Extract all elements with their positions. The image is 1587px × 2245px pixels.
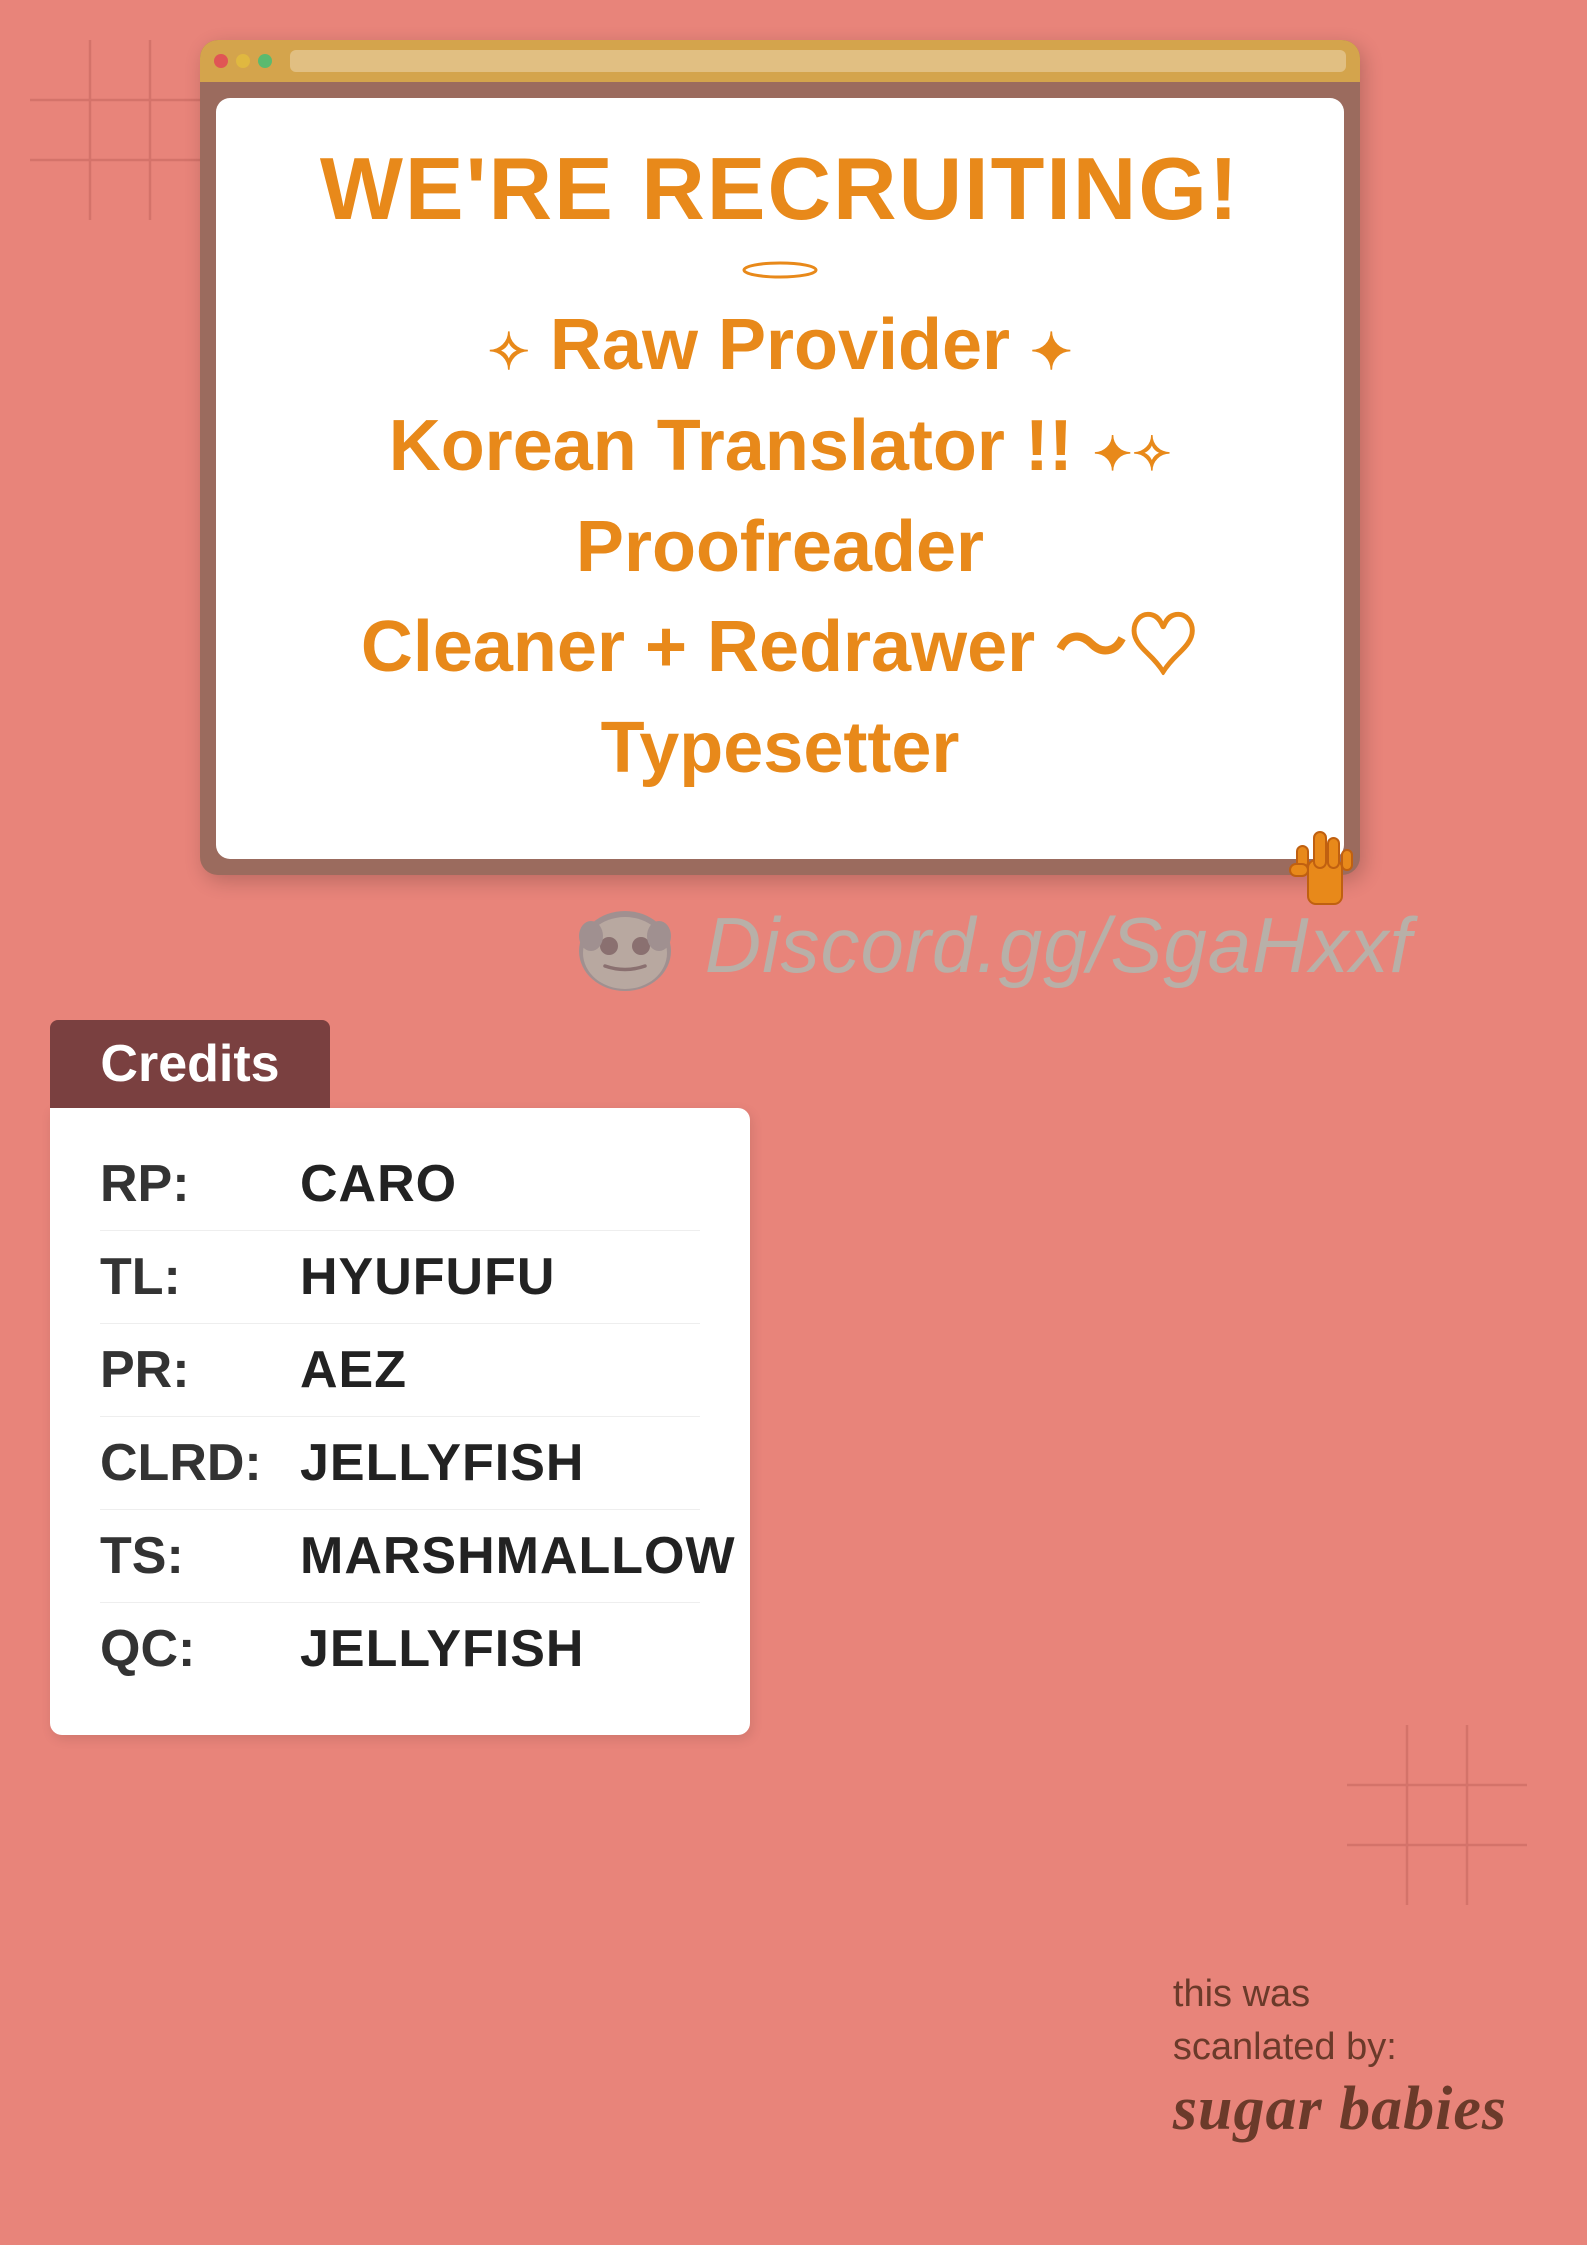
discord-link[interactable]: Discord.gg/SgaHxxf: [705, 900, 1412, 991]
credits-label: TL:: [100, 1247, 300, 1307]
credits-label: TS:: [100, 1526, 300, 1586]
recruiting-item-ts: Typesetter: [266, 698, 1294, 799]
recruiting-items: ✧ Raw Provider ✦ Korean Translator !! ✦✧…: [266, 295, 1294, 799]
credits-label: QC:: [100, 1619, 300, 1679]
credits-row: TS:MARSHMALLOW: [100, 1510, 700, 1603]
credits-header: Credits: [50, 1020, 330, 1108]
grid-decoration-topleft: [30, 40, 210, 220]
credits-label: CLRD:: [100, 1433, 300, 1493]
dot-green: [258, 54, 272, 68]
browser-window: WE'RE RECRUITING! ✧ Raw Provider ✦ Korea…: [200, 40, 1360, 875]
discord-section: Discord.gg/SgaHxxf: [400, 900, 1587, 991]
credits-value: JELLYFISH: [300, 1619, 585, 1679]
scanlated-section: this was scanlated by: sugar babies: [1173, 1968, 1507, 2145]
credits-value: HYUFUFU: [300, 1247, 555, 1307]
browser-content: WE'RE RECRUITING! ✧ Raw Provider ✦ Korea…: [216, 98, 1344, 859]
credits-row: PR:AEZ: [100, 1324, 700, 1417]
dot-yellow: [236, 54, 250, 68]
grid-decoration-bottomright: [1347, 1725, 1527, 1905]
credits-label: PR:: [100, 1340, 300, 1400]
scanlated-brand: sugar babies: [1173, 2074, 1507, 2145]
recruiting-item-tl: Korean Translator !! ✦✧: [266, 396, 1294, 497]
recruiting-item-pr: Proofreader: [266, 497, 1294, 598]
credits-value: JELLYFISH: [300, 1433, 585, 1493]
discord-logo: [575, 901, 675, 991]
credits-row: TL:HYUFUFU: [100, 1231, 700, 1324]
dot-red: [214, 54, 228, 68]
credits-row: RP:CARO: [100, 1138, 700, 1231]
credits-row: CLRD:JELLYFISH: [100, 1417, 700, 1510]
recruiting-item-rp: ✧ Raw Provider ✦: [266, 295, 1294, 396]
scanlated-line1: this was scanlated by:: [1173, 1968, 1507, 2074]
recruiting-title: WE'RE RECRUITING!: [266, 138, 1294, 240]
credits-value: AEZ: [300, 1340, 407, 1400]
recruiting-item-clrd: Cleaner + Redrawer ～♡: [266, 597, 1294, 698]
browser-addressbar: [290, 50, 1346, 72]
oval-decoration: [740, 260, 820, 280]
credits-label: RP:: [100, 1154, 300, 1214]
credits-value: CARO: [300, 1154, 457, 1214]
credits-value: MARSHMALLOW: [300, 1526, 736, 1586]
credits-row: QC:JELLYFISH: [100, 1603, 700, 1695]
credits-card: RP:CAROTL:HYUFUFUPR:AEZCLRD:JELLYFISHTS:…: [50, 1108, 750, 1735]
browser-titlebar: [200, 40, 1360, 82]
credits-section: Credits RP:CAROTL:HYUFUFUPR:AEZCLRD:JELL…: [50, 1020, 750, 1735]
